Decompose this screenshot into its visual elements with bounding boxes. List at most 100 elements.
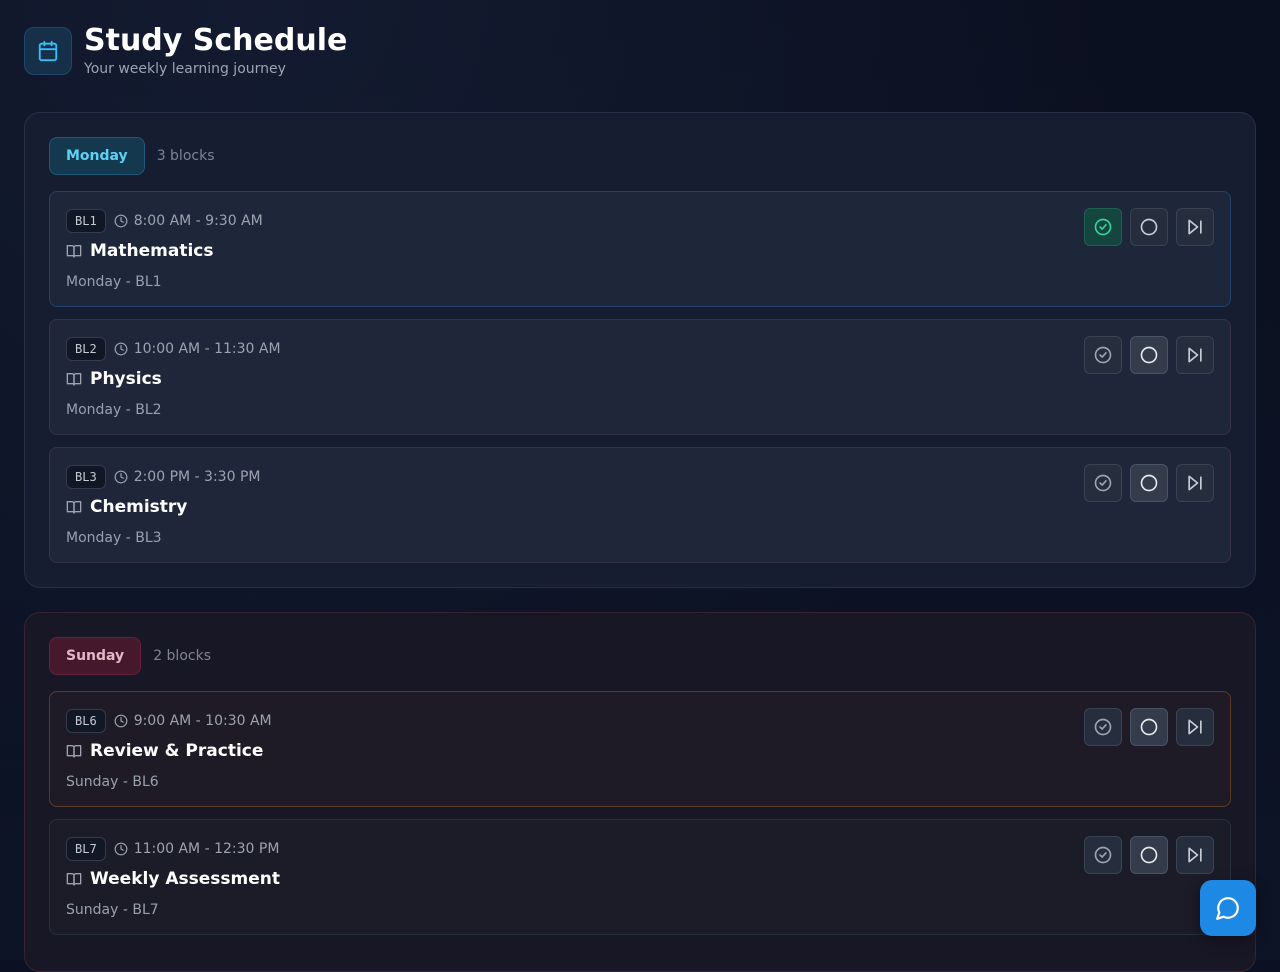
skip-button[interactable]	[1176, 208, 1214, 246]
check-circle-icon	[1094, 846, 1112, 864]
block-time: 10:00 AM - 11:30 AM	[114, 341, 281, 357]
circle-icon	[1140, 346, 1158, 364]
subject-name: Chemistry	[90, 497, 188, 517]
complete-button[interactable]	[1084, 464, 1122, 502]
clock-icon	[114, 714, 128, 728]
circle-icon	[1140, 218, 1158, 236]
study-block[interactable]: BL3 2:00 PM - 3:30 PM Chemistry Monday -…	[49, 447, 1231, 563]
skip-button[interactable]	[1176, 336, 1214, 374]
chat-button[interactable]	[1200, 880, 1256, 936]
check-circle-icon	[1094, 346, 1112, 364]
book-icon	[66, 745, 82, 758]
block-subject: Mathematics	[66, 240, 1214, 262]
check-circle-icon	[1094, 474, 1112, 492]
block-subtitle: Monday - BL3	[66, 530, 162, 546]
clock-icon	[114, 842, 128, 856]
block-subject: Review & Practice	[66, 740, 1214, 762]
pending-button[interactable]	[1130, 464, 1168, 502]
pending-button[interactable]	[1130, 208, 1168, 246]
skip-forward-icon	[1188, 719, 1202, 735]
complete-button[interactable]	[1084, 836, 1122, 874]
block-code: BL1	[66, 209, 106, 233]
chat-icon	[1216, 897, 1239, 920]
time-text: 10:00 AM - 11:30 AM	[133, 341, 281, 357]
block-time: 9:00 AM - 10:30 AM	[114, 713, 272, 729]
book-icon	[66, 373, 82, 386]
page-subtitle: Your weekly learning journey	[84, 61, 286, 77]
block-subtitle: Monday - BL1	[66, 274, 162, 290]
page-header: Study Schedule Your weekly learning jour…	[24, 24, 347, 77]
skip-forward-icon	[1188, 347, 1202, 363]
study-block[interactable]: BL6 9:00 AM - 10:30 AM Review & Practice…	[49, 691, 1231, 807]
block-actions	[1084, 708, 1214, 746]
day-badge[interactable]: Sunday	[49, 637, 142, 675]
block-meta: BL2 10:00 AM - 11:30 AM	[66, 336, 1214, 362]
block-subject: Weekly Assessment	[66, 868, 1214, 890]
pending-button[interactable]	[1130, 836, 1168, 874]
block-actions	[1084, 208, 1214, 246]
skip-button[interactable]	[1176, 836, 1214, 874]
block-subtitle: Monday - BL2	[66, 402, 162, 418]
subject-name: Review & Practice	[90, 741, 264, 761]
complete-button[interactable]	[1084, 708, 1122, 746]
block-time: 11:00 AM - 12:30 PM	[114, 841, 280, 857]
block-meta: BL1 8:00 AM - 9:30 AM	[66, 208, 1214, 234]
check-circle-icon	[1094, 718, 1112, 736]
book-icon	[66, 873, 82, 886]
header-text: Study Schedule Your weekly learning jour…	[84, 23, 348, 78]
circle-icon	[1140, 718, 1158, 736]
block-actions	[1084, 336, 1214, 374]
book-icon	[66, 501, 82, 514]
block-code: BL2	[66, 337, 106, 361]
check-circle-icon	[1094, 218, 1112, 236]
subject-name: Mathematics	[90, 241, 214, 261]
subject-name: Weekly Assessment	[90, 869, 280, 889]
clock-icon	[114, 214, 128, 228]
skip-button[interactable]	[1176, 464, 1214, 502]
page-title: Study Schedule	[84, 23, 348, 58]
skip-forward-icon	[1188, 847, 1202, 863]
complete-button[interactable]	[1084, 208, 1122, 246]
block-meta: BL3 2:00 PM - 3:30 PM	[66, 464, 1214, 490]
day-badge[interactable]: Monday	[49, 137, 145, 175]
pending-button[interactable]	[1130, 336, 1168, 374]
block-time: 8:00 AM - 9:30 AM	[114, 213, 263, 229]
block-count: 2 blocks	[153, 648, 211, 664]
clock-icon	[114, 342, 128, 356]
complete-button[interactable]	[1084, 336, 1122, 374]
time-text: 8:00 AM - 9:30 AM	[133, 213, 263, 229]
study-block[interactable]: BL2 10:00 AM - 11:30 AM Physics Monday -…	[49, 319, 1231, 435]
time-text: 9:00 AM - 10:30 AM	[133, 713, 272, 729]
subject-name: Physics	[90, 369, 162, 389]
block-code: BL6	[66, 709, 106, 733]
block-subject: Chemistry	[66, 496, 1214, 518]
block-code: BL7	[66, 837, 106, 861]
circle-icon	[1140, 474, 1158, 492]
study-block[interactable]: BL1 8:00 AM - 9:30 AM Mathematics Monday…	[49, 191, 1231, 307]
block-meta: BL7 11:00 AM - 12:30 PM	[66, 836, 1214, 862]
block-actions	[1084, 464, 1214, 502]
block-subtitle: Sunday - BL6	[66, 774, 159, 790]
circle-icon	[1140, 846, 1158, 864]
day-header: Monday 3 blocks	[49, 137, 1231, 175]
skip-forward-icon	[1188, 475, 1202, 491]
time-text: 11:00 AM - 12:30 PM	[133, 841, 280, 857]
block-time: 2:00 PM - 3:30 PM	[114, 469, 261, 485]
block-subject: Physics	[66, 368, 1214, 390]
time-text: 2:00 PM - 3:30 PM	[133, 469, 261, 485]
calendar-icon	[24, 26, 72, 75]
book-icon	[66, 245, 82, 258]
block-code: BL3	[66, 465, 106, 489]
pending-button[interactable]	[1130, 708, 1168, 746]
day-header: Sunday 2 blocks	[49, 637, 1231, 675]
skip-button[interactable]	[1176, 708, 1214, 746]
block-actions	[1084, 836, 1214, 874]
block-meta: BL6 9:00 AM - 10:30 AM	[66, 708, 1214, 734]
skip-forward-icon	[1188, 219, 1202, 235]
clock-icon	[114, 470, 128, 484]
day-section-sunday: Sunday 2 blocks BL6 9:00 AM - 10:30 AM R…	[24, 612, 1256, 972]
day-section-monday: Monday 3 blocks BL1 8:00 AM - 9:30 AM Ma…	[24, 112, 1256, 588]
block-subtitle: Sunday - BL7	[66, 902, 159, 918]
study-block[interactable]: BL7 11:00 AM - 12:30 PM Weekly Assessmen…	[49, 819, 1231, 935]
block-count: 3 blocks	[156, 148, 215, 164]
